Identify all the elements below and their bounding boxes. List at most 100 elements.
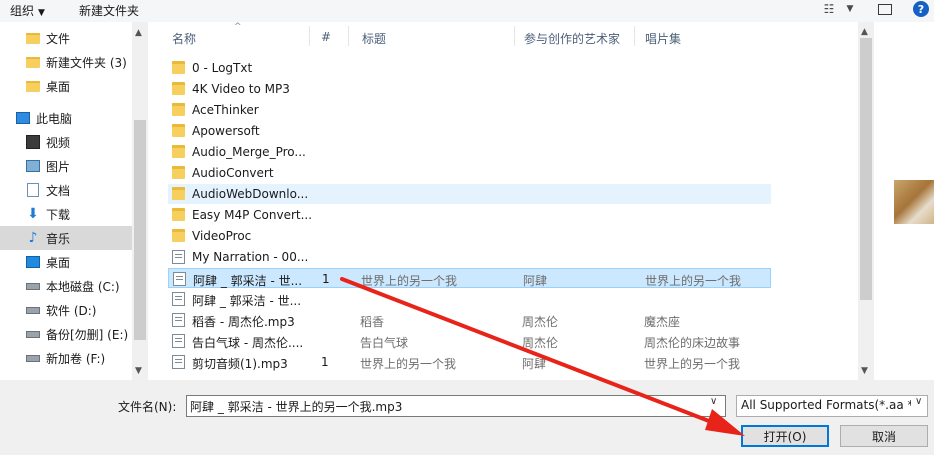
column-divider[interactable] — [348, 26, 349, 46]
cancel-button[interactable]: 取消 — [840, 425, 928, 447]
column-header-title[interactable]: 标题 — [362, 30, 386, 47]
nav-item-drive-f[interactable]: 新加卷 (F:) — [0, 346, 132, 370]
chevron-down-icon[interactable]: ∨ — [710, 396, 717, 407]
file-album: 世界上的另一个我 — [644, 357, 741, 371]
file-name: Apowersoft — [192, 124, 260, 138]
file-name: 阿肆 _ 郭采洁 - 世... — [192, 294, 302, 308]
nav-item-drive-c[interactable]: 本地磁盘 (C:) — [0, 274, 132, 298]
file-row[interactable]: 稻香 - 周杰伦.mp3 稻香 周杰伦 魔杰座 — [168, 310, 771, 330]
scroll-down-icon[interactable]: ▼ — [135, 366, 142, 376]
nav-item-this-pc[interactable]: 此电脑 — [0, 106, 132, 130]
file-album: 周杰伦的床边故事 — [644, 336, 741, 350]
nav-item-label: 新加卷 (F:) — [46, 351, 106, 366]
nav-item-desktop[interactable]: 桌面 — [0, 250, 132, 274]
nav-item-videos[interactable]: 视频 — [0, 130, 132, 154]
view-options-icon[interactable]: ☷ — [818, 0, 840, 18]
filetype-value[interactable]: All Supported Formats(*.aa * — [741, 398, 911, 412]
nav-item-music[interactable]: ♪ 音乐 — [0, 226, 132, 250]
column-divider[interactable] — [309, 26, 310, 46]
nav-item-label: 备份[勿删] (E:) — [46, 327, 129, 342]
file-title: 稻香 — [360, 315, 385, 329]
preview-pane-icon[interactable] — [876, 0, 894, 18]
scroll-down-icon[interactable]: ▼ — [861, 366, 868, 376]
file-list-scrollbar-thumb[interactable] — [860, 38, 872, 300]
open-button[interactable]: 打开(O) — [741, 425, 829, 447]
folder-icon — [172, 124, 185, 137]
new-folder-button[interactable]: 新建文件夹 — [79, 2, 139, 19]
audio-file-icon — [172, 355, 185, 369]
file-row[interactable]: 0 - LogTxt — [168, 58, 771, 78]
help-icon[interactable]: ? — [913, 1, 929, 17]
sort-ascending-icon: ^ — [234, 22, 242, 32]
folder-icon — [172, 103, 185, 116]
navigation-pane: 文件 新建文件夹 (3) 桌面 此电脑 视频 图片 文档 ⬇ 下载 ♪ 音乐 桌… — [0, 22, 148, 380]
file-row[interactable]: 阿肆 _ 郭采洁 - 世... — [168, 289, 771, 309]
folder-icon — [172, 166, 185, 179]
file-album: 魔杰座 — [644, 315, 681, 329]
file-name: My Narration - 00... — [192, 250, 309, 264]
file-row[interactable]: 告白气球 - 周杰伦.... 告白气球 周杰伦 周杰伦的床边故事 — [168, 331, 771, 351]
folder-icon — [172, 82, 185, 95]
column-divider[interactable] — [514, 26, 515, 46]
nav-item-pictures[interactable]: 图片 — [0, 154, 132, 178]
nav-scrollbar-thumb[interactable] — [134, 120, 146, 340]
file-row[interactable]: My Narration - 00... — [168, 247, 771, 267]
file-row[interactable]: 剪切音频(1).mp3 1 世界上的另一个我 阿肆 世界上的另一个我 — [168, 352, 771, 372]
column-header-name[interactable]: 名称 — [172, 30, 196, 47]
file-row[interactable]: AudioConvert — [168, 163, 771, 183]
file-name: Easy M4P Convert... — [192, 208, 312, 222]
scroll-up-icon[interactable]: ▲ — [861, 27, 868, 37]
chevron-down-icon[interactable]: ∨ — [915, 396, 922, 407]
file-row[interactable]: AudioWebDownlo... — [168, 184, 771, 204]
file-name: AceThinker — [192, 103, 259, 117]
nav-item-label: 此电脑 — [36, 111, 73, 126]
column-header-album[interactable]: 唱片集 — [645, 30, 681, 47]
column-header-artist[interactable]: 参与创作的艺术家 — [524, 30, 620, 47]
nav-item-file[interactable]: 文件 — [0, 26, 132, 50]
nav-item-label: 音乐 — [46, 231, 71, 246]
file-row[interactable]: AceThinker — [168, 100, 771, 120]
desktop-icon — [26, 256, 40, 268]
nav-item-documents[interactable]: 文档 — [0, 178, 132, 202]
file-name: 阿肆 _ 郭采洁 - 世... — [193, 274, 303, 288]
file-name: 稻香 - 周杰伦.mp3 — [192, 315, 295, 329]
file-name: Audio_Merge_Pro... — [192, 145, 306, 159]
chevron-down-icon: ▼ — [38, 8, 45, 18]
nav-item-label: 文档 — [46, 183, 71, 198]
file-row[interactable]: Audio_Merge_Pro... — [168, 142, 771, 162]
column-header-number[interactable]: # — [321, 30, 331, 44]
nav-item-label: 图片 — [46, 159, 71, 174]
file-row[interactable]: 4K Video to MP3 — [168, 79, 771, 99]
file-album: 世界上的另一个我 — [645, 274, 742, 288]
pictures-icon — [26, 160, 40, 172]
nav-item-label: 软件 (D:) — [46, 303, 97, 318]
audio-file-icon — [172, 292, 185, 306]
nav-item-new-folder-3[interactable]: 新建文件夹 (3) — [0, 50, 132, 74]
column-divider[interactable] — [634, 26, 635, 46]
audio-file-icon — [173, 272, 186, 286]
folder-icon — [172, 187, 185, 200]
filename-value[interactable]: 阿肆 _ 郭采洁 - 世界上的另一个我.mp3 — [190, 398, 402, 415]
file-name: AudioConvert — [192, 166, 274, 180]
nav-item-label: 桌面 — [46, 255, 71, 270]
drive-icon — [26, 280, 40, 292]
drive-icon — [26, 304, 40, 316]
file-track-number: 1 — [322, 272, 330, 286]
organize-menu[interactable]: 组织 ▼ — [10, 2, 45, 19]
nav-item-label: 文件 — [46, 31, 71, 46]
nav-item-label: 视频 — [46, 135, 71, 150]
music-icon: ♪ — [28, 230, 38, 246]
chevron-down-icon[interactable]: ▼ — [843, 0, 857, 18]
file-row[interactable]: 阿肆 _ 郭采洁 - 世... 1 世界上的另一个我 阿肆 世界上的另一个我 — [168, 268, 771, 288]
nav-item-drive-e[interactable]: 备份[勿删] (E:) — [0, 322, 132, 346]
nav-item-desktop-folder[interactable]: 桌面 — [0, 74, 132, 98]
nav-item-downloads[interactable]: ⬇ 下载 — [0, 202, 132, 226]
file-row[interactable]: Easy M4P Convert... — [168, 205, 771, 225]
file-title: 世界上的另一个我 — [360, 357, 457, 371]
video-icon — [26, 135, 40, 149]
file-track-number: 1 — [321, 355, 329, 369]
nav-item-drive-d[interactable]: 软件 (D:) — [0, 298, 132, 322]
file-row[interactable]: VideoProc — [168, 226, 771, 246]
scroll-up-icon[interactable]: ▲ — [135, 28, 142, 38]
file-row[interactable]: Apowersoft — [168, 121, 771, 141]
